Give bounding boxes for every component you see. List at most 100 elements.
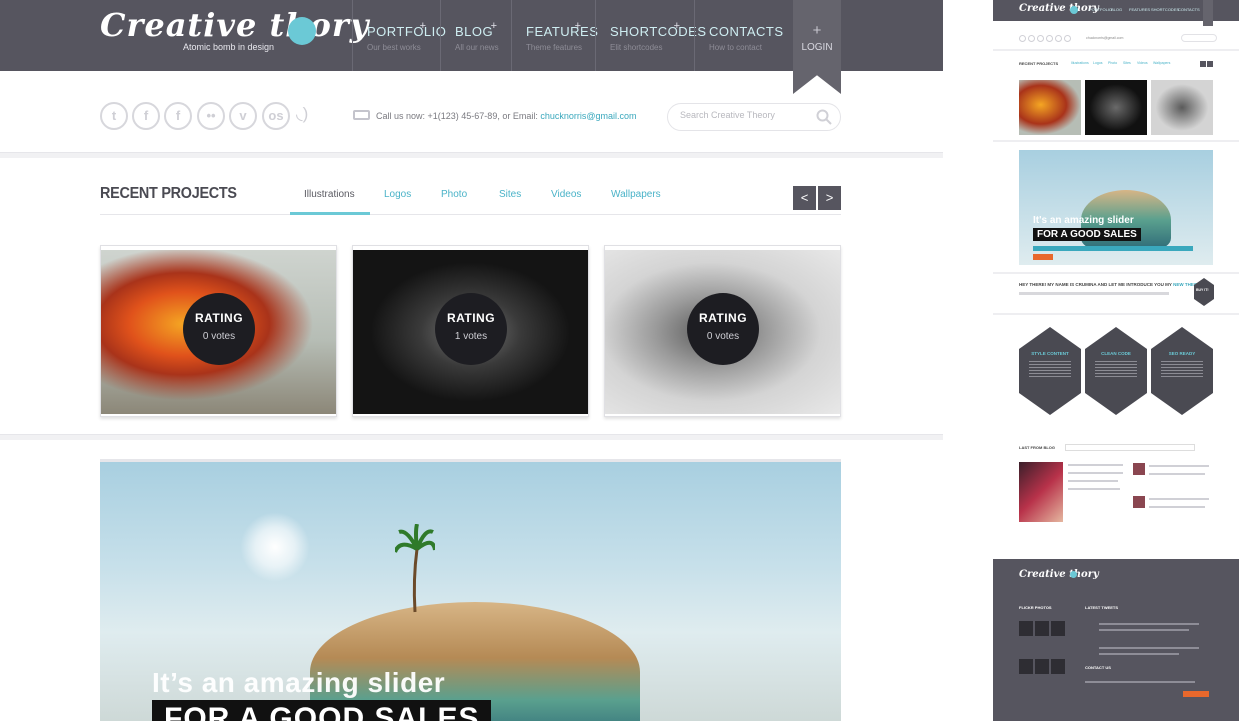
mini-slider-button — [1033, 254, 1053, 260]
mini-flickr-photo — [1035, 659, 1049, 674]
mini-slider-subheadline: FOR A GOOD SALES — [1033, 228, 1141, 241]
mini-nav-item: BLOG — [1111, 7, 1123, 12]
project-card[interactable]: RATING 0 votes — [100, 245, 337, 417]
mini-project-card — [1085, 80, 1147, 135]
mini-divider — [993, 140, 1239, 142]
mini-slider-headline: It's an amazing slider — [1033, 215, 1134, 226]
contact-info: Call us now: +1(123) 45-67-89, or Email:… — [376, 111, 637, 121]
next-arrow-button[interactable]: > — [818, 186, 841, 210]
mini-divider — [993, 313, 1239, 315]
login-label: LOGIN — [801, 42, 833, 53]
nav-sub: Our best works — [367, 43, 421, 52]
project-card[interactable]: RATING 1 votes — [352, 245, 589, 417]
rating-badge: RATING 1 votes — [435, 293, 507, 365]
mini-footer: Creative thory FLICKR PHOTOS LATEST TWEE… — [993, 559, 1239, 721]
prev-arrow-button[interactable]: < — [793, 186, 816, 210]
mini-blog-text-line — [1068, 472, 1123, 474]
mini-tab: Illustrations — [1071, 61, 1089, 65]
nav-label: SHORTCODES — [610, 24, 707, 39]
mini-feature-title: SEO READY — [1168, 351, 1196, 356]
slider-headline: It’s an amazing slider — [152, 667, 446, 698]
nav-features[interactable]: FEATURES Theme features + — [511, 0, 598, 71]
mini-twitter-icon — [1019, 35, 1026, 42]
mini-logo-dot-icon — [1070, 6, 1078, 14]
facebook-icon[interactable]: f — [132, 102, 160, 130]
rating-label: RATING — [194, 311, 244, 325]
active-tab-indicator — [290, 212, 370, 215]
rating-votes: 0 votes — [202, 331, 236, 342]
mini-flickr-photo — [1051, 621, 1065, 636]
hero-slider[interactable]: It’s an amazing slider FOR A GOOD SALES — [100, 459, 841, 721]
mini-blog-text-line — [1149, 473, 1205, 475]
rss-icon[interactable]: ◟) — [296, 104, 308, 124]
mini-blog-title: LAST FROM BLOG — [1019, 445, 1055, 450]
mini-tab: Logos — [1093, 61, 1103, 65]
search-icon[interactable] — [816, 109, 832, 125]
login-plus: + — [812, 22, 822, 39]
plus-icon: + — [574, 20, 581, 32]
mini-recent-projects-title: RECENT PROJECTS — [1019, 61, 1059, 66]
flickr-icon[interactable]: •• — [197, 102, 225, 130]
login-button[interactable]: + LOGIN — [793, 0, 841, 94]
mini-blog-image — [1019, 462, 1063, 522]
nav-shortcodes[interactable]: SHORTCODES Elit shortcodes + — [595, 0, 706, 71]
mini-feature-text — [1161, 361, 1203, 377]
mini-intro-prefix: HEY THERE! MY NAME IS CRUMINA AND LET ME… — [1019, 282, 1174, 287]
mini-divider — [993, 49, 1239, 51]
mini-intro-subtext — [1019, 292, 1169, 295]
tabs-baseline — [100, 214, 841, 215]
nav-portfolio[interactable]: PORTFOLIO Our best works + — [352, 0, 446, 71]
plus-icon: + — [673, 20, 680, 32]
mini-blog-text-line — [1149, 498, 1209, 500]
mini-flickr-photo — [1035, 621, 1049, 636]
rating-label: RATING — [698, 311, 748, 325]
mini-blog-text-line — [1068, 464, 1123, 466]
tab-logos[interactable]: Logos — [384, 189, 411, 200]
full-page-thumbnail: Creative thory PORTFOLIO BLOG FEATURES S… — [993, 0, 1239, 721]
mini-lastfm-icon — [1064, 35, 1071, 42]
mini-contact-title: CONTACT US — [1085, 665, 1111, 670]
recent-projects-title: RECENT PROJECTS — [100, 185, 237, 202]
nav-contacts[interactable]: CONTACTS How to contact — [694, 0, 784, 71]
mini-blog-thumb — [1133, 496, 1145, 508]
tab-wallpapers[interactable]: Wallpapers — [611, 189, 661, 200]
site-logo[interactable]: Creative thory — [100, 6, 369, 44]
mini-vimeo-icon — [1055, 35, 1062, 42]
mini-tweet-line — [1099, 653, 1179, 655]
mini-feature-title: CLEAN CODE — [1101, 351, 1131, 356]
search-box — [667, 103, 841, 131]
mini-flickr-photo — [1019, 659, 1033, 674]
mini-tab: Wallpapers — [1153, 61, 1171, 65]
mini-tab: Photo — [1108, 61, 1118, 65]
nav-blog[interactable]: BLOG All our news + — [440, 0, 511, 71]
tab-illustrations[interactable]: Illustrations — [304, 189, 355, 200]
lastfm-icon[interactable]: os — [262, 102, 290, 130]
tab-photo[interactable]: Photo — [441, 189, 467, 200]
site-tagline: Atomic bomb in design — [183, 42, 275, 52]
tab-sites[interactable]: Sites — [499, 189, 521, 200]
vimeo-icon[interactable]: v — [229, 102, 257, 130]
nav-sub: All our news — [455, 43, 499, 52]
facebook-icon[interactable]: f — [164, 102, 192, 130]
tab-videos[interactable]: Videos — [551, 189, 581, 200]
contact-email-link[interactable]: chucknorris@gmail.com — [540, 111, 636, 121]
mini-flickr-icon — [1046, 35, 1053, 42]
nav-sub: How to contact — [709, 43, 762, 52]
mini-buy-label: BUY IT! — [1196, 288, 1209, 292]
mini-flickr-photo — [1051, 659, 1065, 674]
rating-label: RATING — [446, 311, 496, 325]
section-divider — [0, 152, 943, 158]
mini-blog-thumb — [1133, 463, 1145, 475]
plus-icon: + — [490, 20, 497, 32]
project-card[interactable]: RATING 0 votes — [604, 245, 841, 417]
mini-blog-select — [1065, 444, 1195, 451]
mini-tweet-line — [1099, 623, 1199, 625]
mini-slider: It's an amazing slider FOR A GOOD SALES — [1019, 150, 1213, 265]
sun-glow — [240, 512, 310, 582]
search-input[interactable] — [680, 110, 810, 120]
twitter-icon[interactable]: t — [100, 102, 128, 130]
mini-feature-title: STYLE CONTENT — [1031, 351, 1069, 356]
nav-label: PORTFOLIO — [367, 24, 447, 39]
mini-prev-arrow-icon — [1200, 61, 1206, 67]
mini-project-card — [1019, 80, 1081, 135]
